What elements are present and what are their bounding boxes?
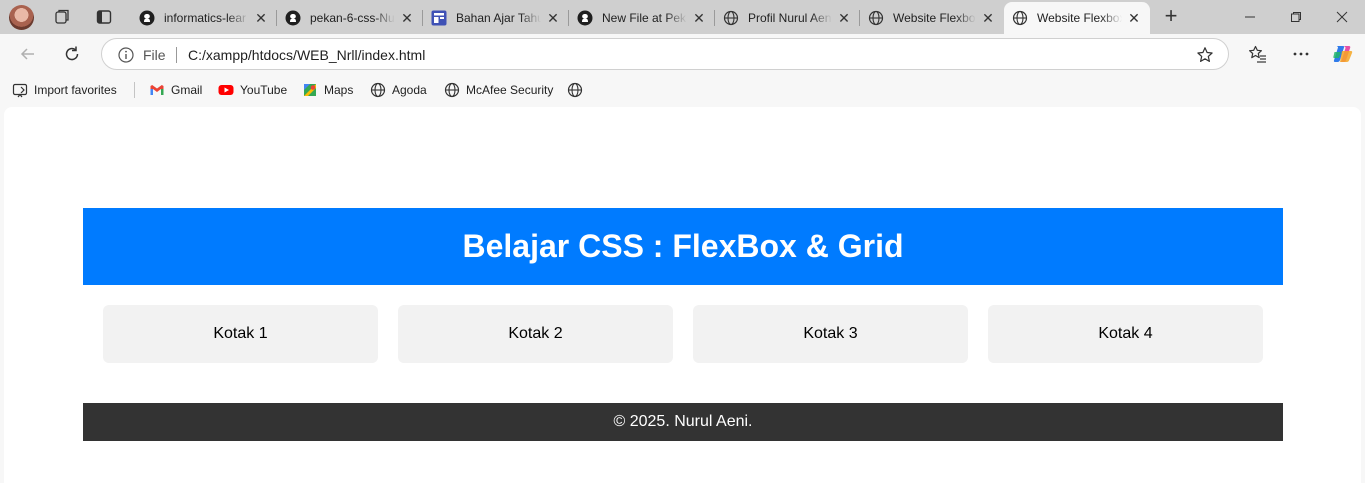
favorites-list-icon [1249, 45, 1266, 63]
profile-avatar[interactable] [9, 5, 34, 30]
globe-icon [723, 10, 739, 26]
copilot-button[interactable] [1332, 43, 1354, 65]
globe-icon [1012, 10, 1028, 26]
close-icon[interactable]: ✕ [691, 10, 707, 26]
tab-2[interactable]: Bahan Ajar Tahu ✕ [423, 2, 569, 34]
favorite-agoda[interactable]: Agoda [370, 81, 427, 99]
settings-more-button[interactable] [1290, 43, 1312, 65]
box-3: Kotak 3 [693, 305, 968, 363]
tab-title: Bahan Ajar Tahu [456, 11, 541, 25]
page-viewport: Belajar CSS : FlexBox & Grid Kotak 1 Kot… [4, 107, 1361, 483]
favorites-button[interactable] [1247, 43, 1269, 65]
tab-title: Profil Nurul Aen [748, 11, 832, 25]
close-icon [1336, 11, 1348, 23]
box-4: Kotak 4 [988, 305, 1263, 363]
favorite-label: Import favorites [34, 83, 117, 97]
flex-container: Kotak 1 Kotak 2 Kotak 3 Kotak 4 [103, 305, 1263, 363]
globe-icon [444, 82, 460, 98]
refresh-button[interactable] [60, 42, 84, 66]
tab-title: New File at Pek [602, 11, 687, 25]
restore-icon [1291, 12, 1301, 22]
github-icon [139, 10, 155, 26]
gmail-icon [150, 85, 164, 95]
close-icon[interactable]: ✕ [399, 10, 415, 26]
minimize-button[interactable] [1227, 0, 1273, 34]
arrow-left-icon [20, 48, 34, 60]
workspaces-icon[interactable] [53, 8, 71, 26]
toolbar: File C:/xampp/htdocs/WEB_Nrll/index.html [0, 34, 1365, 74]
tab-0[interactable]: informatics-lear ✕ [131, 2, 277, 34]
tab-title: Website Flexbox [893, 11, 976, 25]
page-footer: © 2025. Nurul Aeni. [83, 403, 1283, 441]
favorite-gmail[interactable]: Gmail [149, 81, 202, 99]
footer-text: © 2025. Nurul Aeni. [613, 413, 753, 430]
import-icon [12, 83, 28, 98]
close-icon[interactable]: ✕ [545, 10, 561, 26]
tab-5[interactable]: Website Flexbox ✕ [860, 2, 1004, 34]
github-icon [577, 10, 593, 26]
maps-icon [304, 84, 316, 96]
close-icon[interactable]: ✕ [1126, 10, 1142, 26]
divider [134, 82, 135, 98]
box-2: Kotak 2 [398, 305, 673, 363]
tab-title: informatics-lear [164, 11, 247, 25]
tab-actions-icon[interactable] [95, 8, 113, 26]
close-icon[interactable]: ✕ [980, 10, 996, 26]
favorite-label: YouTube [240, 83, 288, 97]
close-icon[interactable]: ✕ [253, 10, 269, 26]
globe-icon [868, 10, 884, 26]
divider [176, 47, 177, 63]
refresh-icon [65, 46, 79, 61]
close-window-button[interactable] [1319, 0, 1365, 34]
page-title: Belajar CSS : FlexBox & Grid [462, 228, 904, 264]
page-header: Belajar CSS : FlexBox & Grid [83, 208, 1283, 285]
youtube-icon [218, 85, 234, 95]
tab-6-active[interactable]: Website Flexbox ✕ [1004, 2, 1150, 34]
favorite-mcafee[interactable]: McAfee Security [444, 81, 553, 99]
more-horizontal-icon [1293, 52, 1309, 56]
tab-title: Website Flexbox [1037, 11, 1122, 25]
restore-button[interactable] [1273, 0, 1319, 34]
url-text[interactable]: C:/xampp/htdocs/WEB_Nrll/index.html [188, 47, 425, 63]
address-bar[interactable]: File C:/xampp/htdocs/WEB_Nrll/index.html [101, 38, 1229, 70]
favorites-bar: Import favorites Gmail YouTube Maps Agod… [0, 74, 1365, 106]
box-1: Kotak 1 [103, 305, 378, 363]
favorite-label: Gmail [171, 83, 203, 97]
tab-strip: informatics-lear ✕ pekan-6-css-Nu ✕ Baha… [0, 0, 1365, 34]
star-icon[interactable] [1196, 46, 1214, 64]
favorite-youtube[interactable]: YouTube [218, 81, 287, 99]
scheme-label: File [143, 47, 166, 63]
close-icon[interactable]: ✕ [836, 10, 852, 26]
favorite-unnamed[interactable] [567, 81, 589, 99]
favorite-import[interactable]: Import favorites [12, 81, 117, 99]
favorite-label: Maps [324, 83, 354, 97]
tab-3[interactable]: New File at Pek ✕ [569, 2, 715, 34]
tab-4[interactable]: Profil Nurul Aen ✕ [715, 2, 860, 34]
doc-icon [431, 10, 447, 26]
favorite-maps[interactable]: Maps [302, 81, 353, 99]
favorite-label: McAfee Security [466, 83, 554, 97]
globe-icon [567, 82, 583, 98]
info-icon[interactable] [118, 47, 134, 63]
new-tab-button[interactable]: + [1160, 5, 1182, 28]
globe-icon [370, 82, 386, 98]
minimize-icon [1245, 16, 1255, 18]
copilot-icon [1333, 46, 1353, 62]
favorite-label: Agoda [392, 83, 427, 97]
github-icon [285, 10, 301, 26]
back-button[interactable] [16, 42, 40, 66]
tab-title: pekan-6-css-Nu [310, 11, 395, 25]
tab-1[interactable]: pekan-6-css-Nu ✕ [277, 2, 423, 34]
